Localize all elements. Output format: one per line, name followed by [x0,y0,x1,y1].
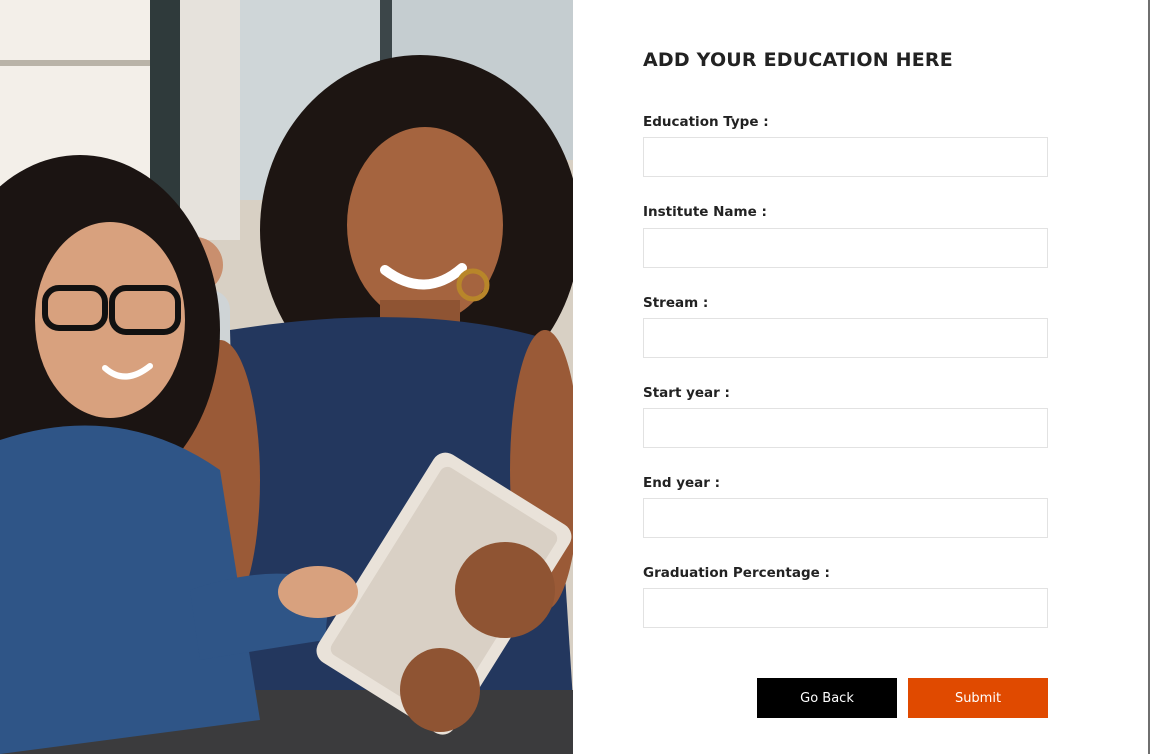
submit-button[interactable]: Submit [908,678,1048,718]
end-year-label: End year : [643,475,721,491]
start-year-label: Start year : [643,385,730,401]
stream-label: Stream : [643,295,709,311]
stream-input[interactable] [643,318,1048,358]
institute-name-input[interactable] [643,228,1048,268]
graduation-percentage-label: Graduation Percentage : [643,565,830,581]
hero-photo-illustration [0,0,573,754]
institute-name-label: Institute Name : [643,204,767,220]
form-title: ADD YOUR EDUCATION HERE [643,49,953,71]
end-year-input[interactable] [643,498,1048,538]
start-year-input[interactable] [643,408,1048,448]
education-type-label: Education Type : [643,114,769,130]
go-back-button[interactable]: Go Back [757,678,897,718]
education-form-panel: ADD YOUR EDUCATION HERE Education Type :… [573,0,1148,754]
education-type-input[interactable] [643,137,1048,177]
hero-photo [0,0,573,754]
graduation-percentage-input[interactable] [643,588,1048,628]
